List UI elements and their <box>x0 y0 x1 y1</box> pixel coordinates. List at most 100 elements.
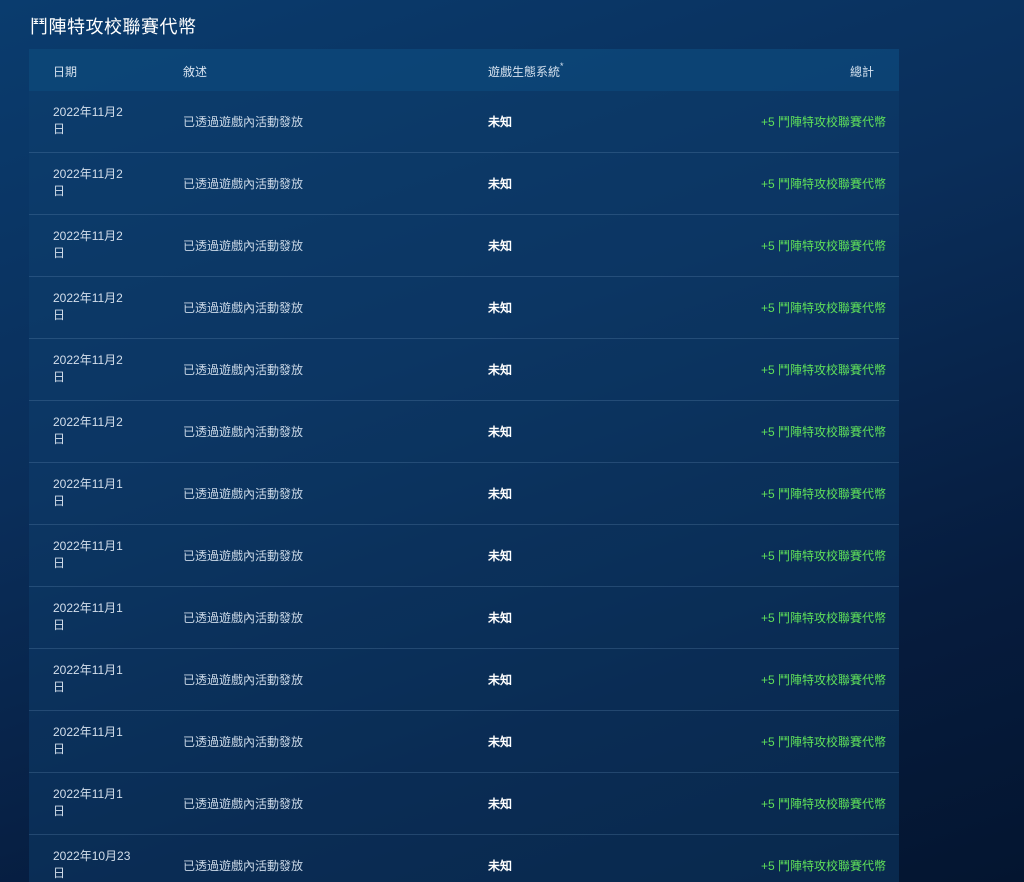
header-ecosystem: 遊戲生態系統* <box>488 61 564 80</box>
table-row: 2022年11月2 日 已透過遊戲內活動發放 未知 +5 鬥陣特攻校聯賽代幣 <box>29 91 899 153</box>
row-date-line1: 2022年11月1 <box>53 787 123 801</box>
header-ecosystem-marker: * <box>560 61 564 71</box>
table-row: 2022年11月1 日 已透過遊戲內活動發放 未知 +5 鬥陣特攻校聯賽代幣 <box>29 463 899 525</box>
row-date-line2: 日 <box>53 556 66 570</box>
row-total: +5 鬥陣特攻校聯賽代幣 <box>760 115 886 129</box>
row-date: 2022年11月2 日 <box>53 166 133 200</box>
row-total: +5 鬥陣特攻校聯賽代幣 <box>760 177 886 191</box>
row-description: 已透過遊戲內活動發放 <box>183 177 304 191</box>
table-row: 2022年11月2 日 已透過遊戲內活動發放 未知 +5 鬥陣特攻校聯賽代幣 <box>29 153 899 215</box>
row-total: +5 鬥陣特攻校聯賽代幣 <box>760 673 886 687</box>
row-date-line2: 日 <box>53 122 66 136</box>
row-date: 2022年11月2 日 <box>53 290 133 324</box>
row-description: 已透過遊戲內活動發放 <box>183 301 304 315</box>
row-date-line1: 2022年11月2 <box>53 415 123 429</box>
row-total: +5 鬥陣特攻校聯賽代幣 <box>760 239 886 253</box>
table-row: 2022年10月23 日 已透過遊戲內活動發放 未知 +5 鬥陣特攻校聯賽代幣 <box>29 835 899 882</box>
table-row: 2022年11月1 日 已透過遊戲內活動發放 未知 +5 鬥陣特攻校聯賽代幣 <box>29 525 899 587</box>
row-date-line1: 2022年11月2 <box>53 353 123 367</box>
row-description: 已透過遊戲內活動發放 <box>183 363 304 377</box>
row-total: +5 鬥陣特攻校聯賽代幣 <box>760 301 886 315</box>
table-body: 2022年11月2 日已透過遊戲內活動發放 未知 +5 鬥陣特攻校聯賽代幣 2022年1… <box>29 91 899 882</box>
table-header: 日期 敘述 遊戲生態系統* 總計 <box>29 49 899 91</box>
token-history-table: 日期 敘述 遊戲生態系統* 總計 2022年11月2 日已透過遊戲內活動發放 未知 +… <box>29 49 899 882</box>
row-date-line2: 日 <box>53 680 66 694</box>
row-date-line2: 日 <box>53 432 66 446</box>
table-row: 2022年11月2 日 已透過遊戲內活動發放 未知 +5 鬥陣特攻校聯賽代幣 <box>29 401 899 463</box>
row-ecosystem: 未知 <box>488 549 513 563</box>
row-description: 已透過遊戲內活動發放 <box>183 611 304 625</box>
row-total: +5 鬥陣特攻校聯賽代幣 <box>760 425 886 439</box>
row-ecosystem: 未知 <box>488 177 513 191</box>
row-date: 2022年11月1 日 <box>53 538 133 572</box>
row-date: 2022年11月1 日 <box>53 724 133 758</box>
row-date-line1: 2022年11月1 <box>53 539 123 553</box>
row-date: 2022年11月2 日 <box>53 352 133 386</box>
row-date-line1: 2022年11月2 <box>53 167 123 181</box>
row-date-line2: 日 <box>53 184 66 198</box>
row-total: +5 鬥陣特攻校聯賽代幣 <box>760 363 886 377</box>
table-row: 2022年11月2 日 已透過遊戲內活動發放 未知 +5 鬥陣特攻校聯賽代幣 <box>29 339 899 401</box>
row-date-line2: 日 <box>53 246 66 260</box>
row-ecosystem: 未知 <box>488 301 513 315</box>
row-date: 2022年11月1 日 <box>53 600 133 634</box>
table-row: 2022年11月2 日 已透過遊戲內活動發放 未知 +5 鬥陣特攻校聯賽代幣 <box>29 215 899 277</box>
row-total: +5 鬥陣特攻校聯賽代幣 <box>760 797 886 811</box>
header-ecosystem-label: 遊戲生態系統 <box>488 65 561 79</box>
row-date: 2022年11月2 日 <box>53 228 133 262</box>
row-total: +5 鬥陣特攻校聯賽代幣 <box>760 611 886 625</box>
row-date-line2: 日 <box>53 742 66 756</box>
row-date-line2: 日 <box>53 866 66 880</box>
row-total: +5 鬥陣特攻校聯賽代幣 <box>760 735 886 749</box>
row-total: +5 鬥陣特攻校聯賽代幣 <box>760 859 886 873</box>
row-date-line2: 日 <box>53 804 66 818</box>
table-row: 2022年11月1 日 已透過遊戲內活動發放 未知 +5 鬥陣特攻校聯賽代幣 <box>29 711 899 773</box>
row-ecosystem: 未知 <box>488 363 513 377</box>
row-description: 已透過遊戲內活動發放 <box>183 115 304 129</box>
row-date: 2022年10月23 日 <box>53 848 133 882</box>
header-description: 敘述 <box>183 65 208 79</box>
row-description: 已透過遊戲內活動發放 <box>183 549 304 563</box>
table-row: 2022年11月2 日 已透過遊戲內活動發放 未知 +5 鬥陣特攻校聯賽代幣 <box>29 277 899 339</box>
page-title: 鬥陣特攻校聯賽代幣 <box>30 17 197 37</box>
row-total: +5 鬥陣特攻校聯賽代幣 <box>760 549 886 563</box>
row-date-line1: 2022年11月1 <box>53 601 123 615</box>
row-date-line1: 2022年11月1 <box>53 663 123 677</box>
row-description: 已透過遊戲內活動發放 <box>183 735 304 749</box>
table-row: 2022年11月1 日 已透過遊戲內活動發放 未知 +5 鬥陣特攻校聯賽代幣 <box>29 587 899 649</box>
row-ecosystem: 未知 <box>488 735 513 749</box>
header-total: 總計 <box>849 65 874 79</box>
row-date-line1: 2022年11月2 <box>53 105 123 119</box>
row-description: 已透過遊戲內活動發放 <box>183 425 304 439</box>
row-date-line2: 日 <box>53 494 66 508</box>
row-ecosystem: 未知 <box>488 673 513 687</box>
row-ecosystem: 未知 <box>488 487 513 501</box>
row-date: 2022年11月1 日 <box>53 476 133 510</box>
row-description: 已透過遊戲內活動發放 <box>183 673 304 687</box>
row-date: 2022年11月1 日 <box>53 662 133 696</box>
row-date: 2022年11月2 日 <box>53 104 133 138</box>
row-date-line1: 2022年11月2 <box>53 291 123 305</box>
row-description: 已透過遊戲內活動發放 <box>183 797 304 811</box>
row-description: 已透過遊戲內活動發放 <box>183 859 304 873</box>
row-ecosystem: 未知 <box>488 797 513 811</box>
row-date-line1: 2022年11月1 <box>53 477 123 491</box>
row-date-line1: 2022年11月2 <box>53 229 123 243</box>
row-date: 2022年11月1 日 <box>53 786 133 820</box>
row-ecosystem: 未知 <box>488 425 513 439</box>
row-date-line2: 日 <box>53 308 66 322</box>
row-date-line2: 日 <box>53 618 66 632</box>
table-row: 2022年11月1 日 已透過遊戲內活動發放 未知 +5 鬥陣特攻校聯賽代幣 <box>29 649 899 711</box>
row-date-line1: 2022年11月1 <box>53 725 123 739</box>
row-date-line2: 日 <box>53 370 66 384</box>
row-date: 2022年11月2 日 <box>53 414 133 448</box>
header-date: 日期 <box>53 65 78 79</box>
row-date-line1: 2022年10月23 <box>53 849 131 863</box>
row-ecosystem: 未知 <box>488 611 513 625</box>
row-total: +5 鬥陣特攻校聯賽代幣 <box>760 487 886 501</box>
row-description: 已透過遊戲內活動發放 <box>183 487 304 501</box>
row-ecosystem: 未知 <box>488 239 513 253</box>
row-description: 已透過遊戲內活動發放 <box>183 239 304 253</box>
table-row: 2022年11月1 日 已透過遊戲內活動發放 未知 +5 鬥陣特攻校聯賽代幣 <box>29 773 899 835</box>
row-ecosystem: 未知 <box>488 115 513 129</box>
